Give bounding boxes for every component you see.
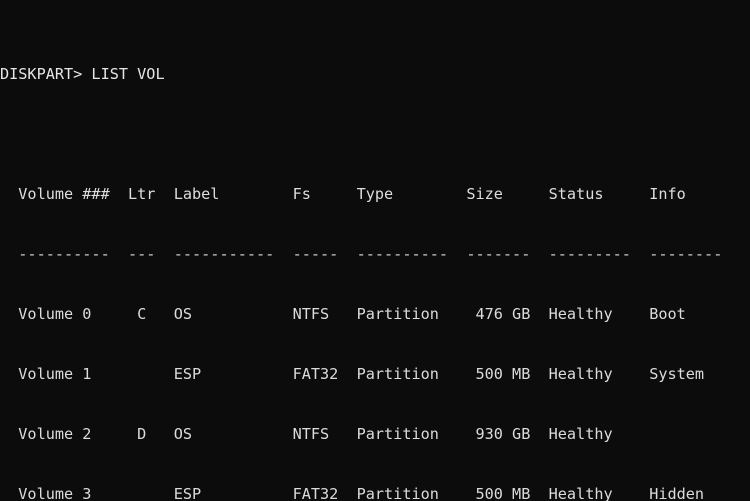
volume-table-row: Volume 3 ESP FAT32 Partition 500 MB Heal… [0, 484, 750, 501]
blank-line [0, 124, 750, 144]
volume-table-row: Volume 2 D OS NTFS Partition 930 GB Heal… [0, 424, 750, 444]
volume-table-rule: ---------- --- ----------- ----- -------… [0, 244, 750, 264]
command-line-list-vol: DISKPART> LIST VOL [0, 64, 750, 84]
volume-table-row: Volume 1 ESP FAT32 Partition 500 MB Heal… [0, 364, 750, 384]
diskpart-console-output[interactable]: DISKPART> LIST VOL Volume ### Ltr Label … [0, 0, 750, 501]
volume-table-row: Volume 0 C OS NTFS Partition 476 GB Heal… [0, 304, 750, 324]
volume-table-header: Volume ### Ltr Label Fs Type Size Status… [0, 184, 750, 204]
